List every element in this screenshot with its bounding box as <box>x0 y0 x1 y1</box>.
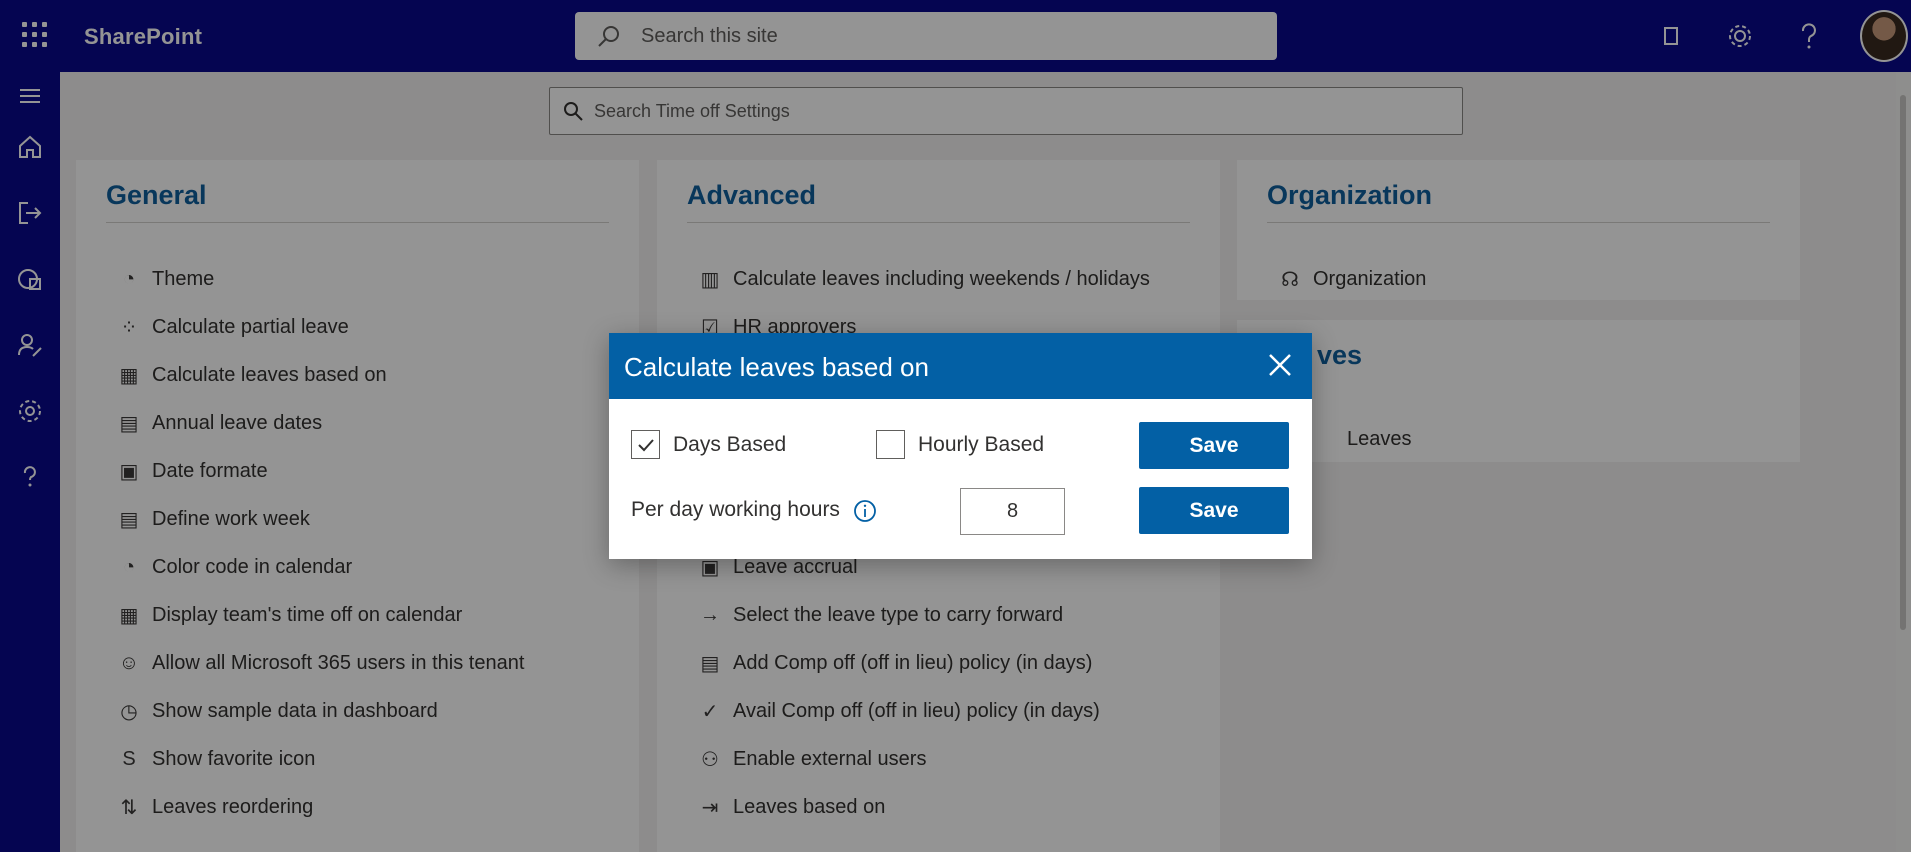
dialog-title: Calculate leaves based on <box>624 352 929 382</box>
days-based-checkbox[interactable] <box>631 430 660 459</box>
dialog-header: Calculate leaves based on <box>609 333 1312 399</box>
working-hours-label: Per day working hours <box>631 498 840 521</box>
info-icon[interactable] <box>853 499 877 523</box>
hourly-based-label: Hourly Based <box>918 433 1045 456</box>
working-hours-input[interactable]: 8 <box>960 488 1065 535</box>
save-hours-button[interactable]: Save <box>1139 487 1289 534</box>
days-based-label: Days Based <box>673 433 787 456</box>
checkmark-icon <box>637 438 654 451</box>
calculate-leaves-dialog: Calculate leaves based on Days Based Hou… <box>609 333 1312 559</box>
close-icon[interactable] <box>1264 349 1296 381</box>
hourly-based-checkbox[interactable] <box>876 430 905 459</box>
save-basis-button[interactable]: Save <box>1139 422 1289 469</box>
